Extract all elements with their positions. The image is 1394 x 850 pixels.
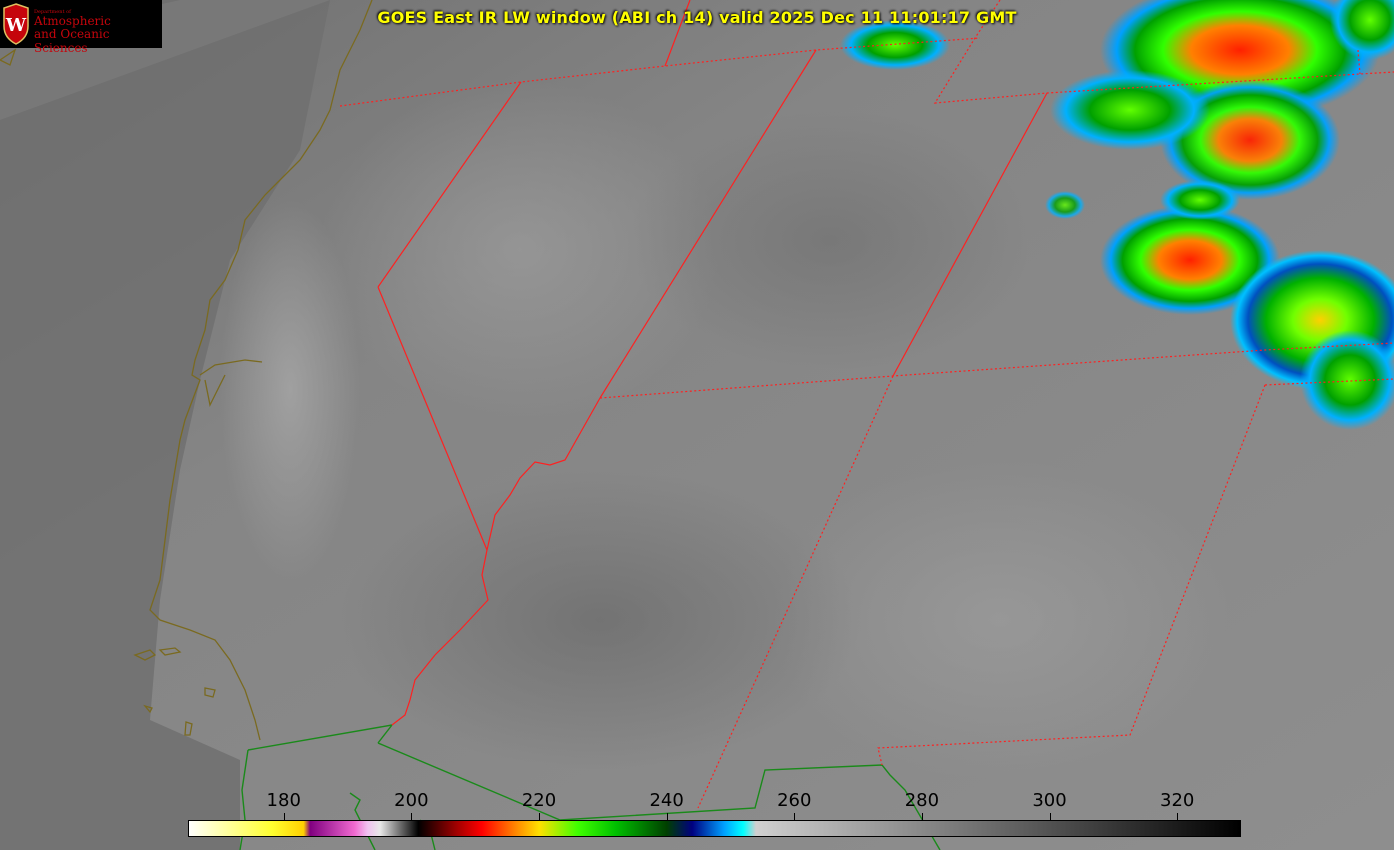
colorbar (188, 820, 1241, 837)
logo-line2: and Oceanic Sciences (34, 27, 110, 55)
land-cool-patch (340, 470, 860, 770)
satellite-ir-map (0, 0, 1394, 850)
image-title: GOES East IR LW window (ABI ch 14) valid… (377, 8, 1017, 27)
